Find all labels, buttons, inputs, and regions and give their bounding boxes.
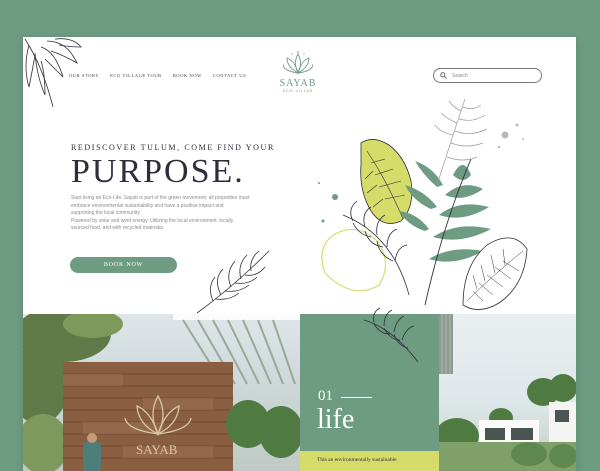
eco-village-photo: SAYAB [23,314,300,471]
hero-body: Start living an Eco-Life. Sayab is part … [71,195,286,233]
sign-wall-illustration: SAYAB [23,314,300,471]
villa-illustration [439,314,576,471]
feature-divider [341,397,372,398]
feature-strip: This an environmentally sustainable [300,451,439,471]
villas-photo [439,314,576,471]
lotus-logo-icon [283,51,313,75]
feature-strip-text: This an environmentally sustainable [317,457,397,463]
website-mockup: OUR STORY ECO VILLAGE TOUR BOOK NOW CONT… [23,37,576,471]
hero-body-line: Start living an Eco-Life. Sayab is part … [71,195,250,201]
hero-body-line: sourced food, and with recycled material… [71,225,165,232]
feature-number: 01 [318,388,333,404]
wall-sign-text: SAYAB [136,442,178,457]
hero-kicker: REDISCOVER TULUM, COME FIND YOUR [71,143,275,152]
logo-subtitle: ECO-VILLAS [282,89,314,93]
hero-headline: PURPOSE. [71,153,245,190]
fern-illustration [363,307,419,363]
feature-panel: 01 life This an environmentally sustaina… [300,307,439,471]
fern-illustration [196,250,270,314]
botanical-illustration [318,98,528,310]
nav-contact-us[interactable]: CONTACT US [213,73,246,78]
book-now-button[interactable]: BOOK NOW [70,257,177,273]
hero-body-line: supporting the local community. [71,210,141,217]
main-nav: OUR STORY ECO VILLAGE TOUR BOOK NOW CONT… [69,73,246,78]
nav-book-now[interactable]: BOOK NOW [173,73,202,78]
search-box[interactable]: Search [433,68,542,83]
hero-body-line: embrace environmental sustainability and… [71,202,224,209]
search-input[interactable]: Search [452,73,468,79]
nav-eco-village-tour[interactable]: ECO VILLAGE TOUR [110,73,162,78]
book-now-label: BOOK NOW [103,262,144,268]
nav-our-story[interactable]: OUR STORY [69,73,99,78]
brand-logo[interactable]: SAYAB ECO-VILLAS [273,51,323,95]
hero-section: OUR STORY ECO VILLAGE TOUR BOOK NOW CONT… [23,37,576,314]
hero-body-line: Powered by solar and wind energy. Utiliz… [71,217,234,224]
feature-word: life [317,404,355,435]
logo-title: SAYAB [279,78,317,89]
search-icon [440,72,447,79]
